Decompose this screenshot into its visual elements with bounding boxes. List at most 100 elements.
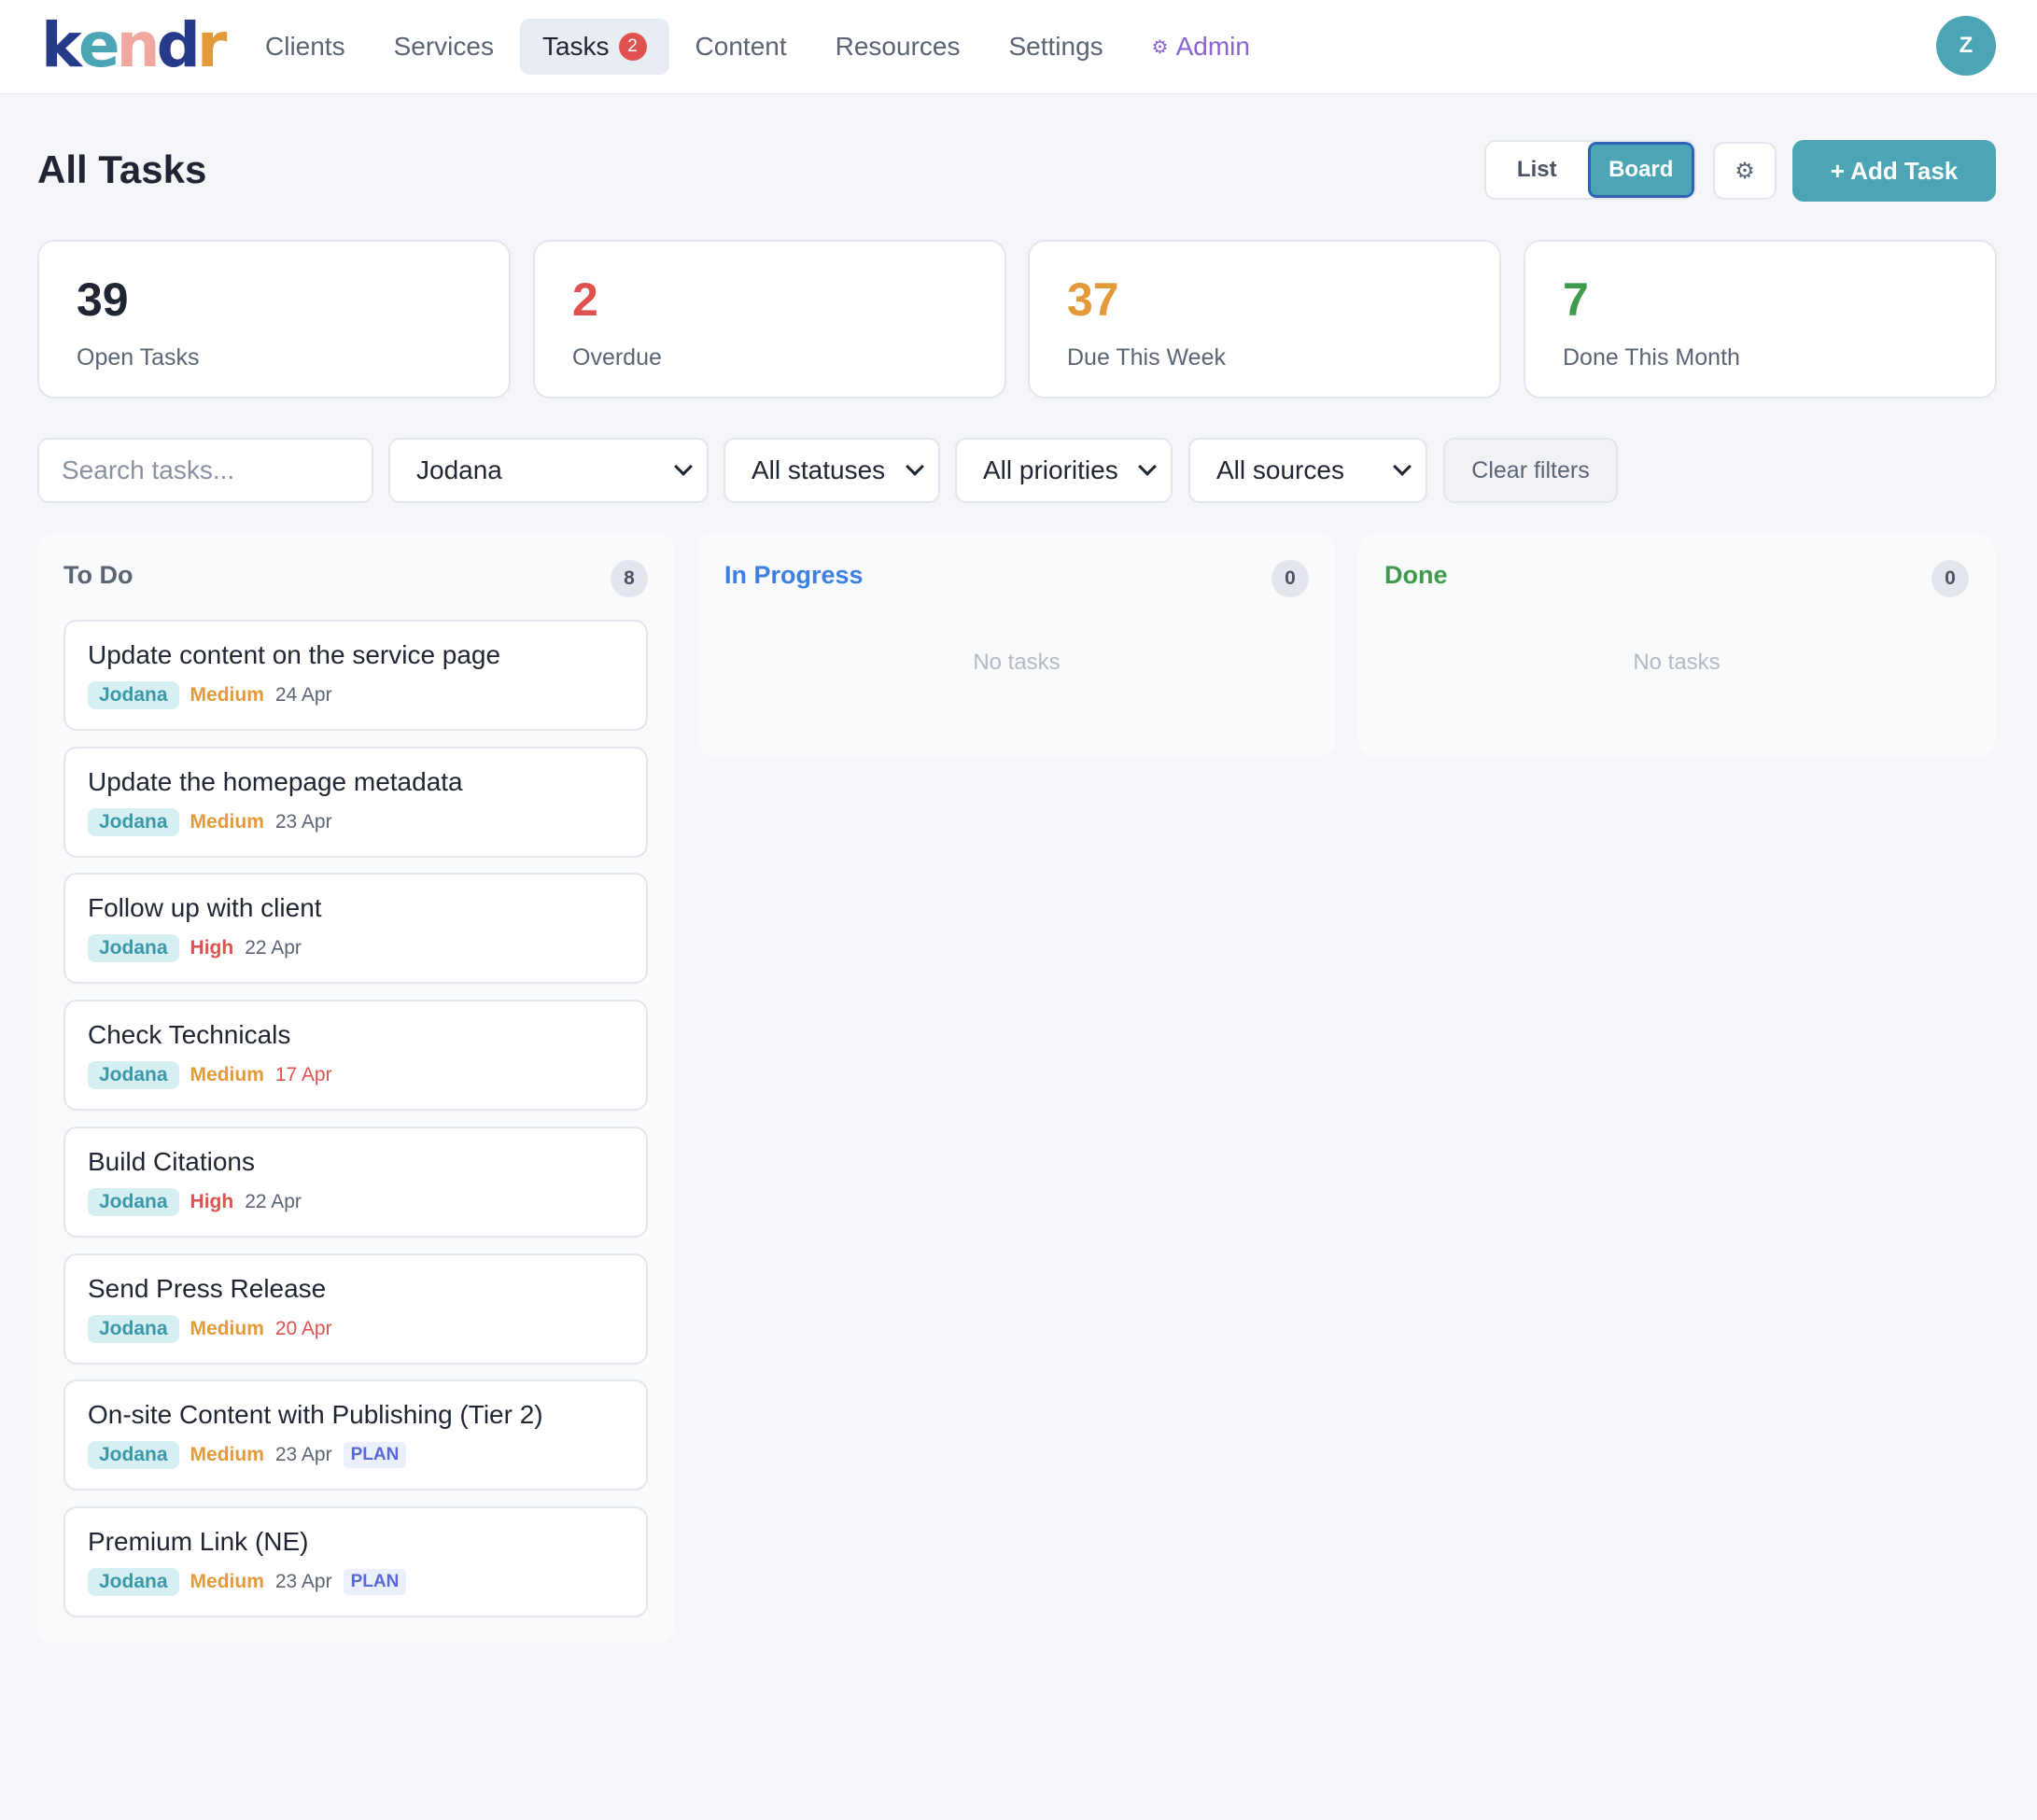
stat-card-done-this-month: 7 Done This Month: [1524, 240, 1997, 399]
stat-value: 7: [1563, 273, 1589, 326]
logo-letter: e: [77, 9, 120, 81]
assignee-tag: Jodana: [88, 1061, 179, 1089]
status-select[interactable]: All statuses: [723, 438, 940, 503]
task-card[interactable]: Follow up with client Jodana High 22 Apr: [63, 873, 648, 984]
stat-card-open-tasks: 39 Open Tasks: [37, 240, 511, 399]
kendr-logo[interactable]: k e n d r: [41, 9, 227, 81]
priority-label: Medium: [190, 1064, 264, 1085]
due-date: 23 Apr: [274, 1571, 332, 1592]
column-title: To Do: [63, 561, 133, 589]
column-count-badge: 8: [611, 560, 648, 597]
nav-item-content[interactable]: Content: [673, 19, 809, 75]
chevron-down-icon: [1138, 457, 1157, 476]
stat-label: Due This Week: [1067, 344, 1226, 371]
task-card[interactable]: On-site Content with Publishing (Tier 2)…: [63, 1379, 648, 1491]
nav-item-label: Settings: [1008, 32, 1103, 61]
column-title: Done: [1384, 561, 1448, 589]
column-done: Done 0 No tasks: [1358, 533, 1995, 757]
assignee-tag: Jodana: [88, 808, 179, 836]
plan-tag: PLAN: [343, 1442, 407, 1468]
board-view-button[interactable]: Board: [1587, 142, 1694, 198]
list-view-button[interactable]: List: [1486, 142, 1588, 198]
task-card[interactable]: Check Technicals Jodana Medium 17 Apr: [63, 1000, 648, 1111]
nav-item-admin[interactable]: ⚙ Admin: [1130, 19, 1272, 75]
top-navigation: k e n d r Clients Services Tasks 2 Conten…: [0, 0, 2037, 94]
status-select-value: All statuses: [752, 455, 886, 484]
nav-item-services[interactable]: Services: [372, 19, 516, 75]
logo-letter: k: [41, 9, 82, 81]
task-meta: Jodana Medium 24 Apr: [88, 679, 332, 711]
source-select[interactable]: All sources: [1188, 438, 1427, 503]
due-date: 23 Apr: [274, 1444, 332, 1465]
search-input[interactable]: Search tasks...: [37, 438, 373, 503]
stat-card-overdue: 2 Overdue: [533, 240, 1006, 399]
task-title: Premium Link (NE): [88, 1527, 309, 1556]
assignee-tag: Jodana: [88, 1315, 179, 1343]
task-card[interactable]: Build Citations Jodana High 22 Apr: [63, 1127, 648, 1238]
assignee-tag: Jodana: [88, 1441, 179, 1469]
stat-card-due-this-week: 37 Due This Week: [1028, 240, 1501, 399]
nav-links: Clients Services Tasks 2 Content Resource…: [243, 19, 1276, 75]
task-title: On-site Content with Publishing (Tier 2): [88, 1400, 543, 1429]
stat-value: 2: [572, 273, 598, 326]
nav-item-label: Resources: [835, 32, 961, 61]
due-date: 22 Apr: [245, 1191, 302, 1212]
priority-select[interactable]: All priorities: [955, 438, 1173, 503]
nav-item-settings[interactable]: Settings: [986, 19, 1125, 75]
plan-tag: PLAN: [343, 1569, 407, 1595]
task-title: Follow up with client: [88, 893, 322, 922]
stat-label: Overdue: [572, 344, 662, 371]
stat-label: Done This Month: [1563, 344, 1740, 371]
due-date: 23 Apr: [274, 811, 332, 833]
nav-item-clients[interactable]: Clients: [243, 19, 368, 75]
board-settings-button[interactable]: ⚙: [1713, 142, 1777, 200]
due-date: 17 Apr: [274, 1064, 332, 1085]
assignee-select-value: Jodana: [416, 455, 502, 484]
priority-label: High: [190, 937, 234, 959]
user-avatar[interactable]: Z: [1936, 16, 1996, 76]
task-title: Build Citations: [88, 1147, 255, 1176]
priority-label: Medium: [190, 1318, 264, 1339]
nav-item-label: Tasks: [541, 32, 610, 61]
task-card[interactable]: Update the homepage metadata Jodana Medi…: [63, 747, 648, 858]
chevron-down-icon: [1393, 457, 1412, 476]
assignee-select[interactable]: Jodana: [388, 438, 709, 503]
task-title: Check Technicals: [88, 1020, 291, 1049]
column-title: In Progress: [724, 561, 864, 589]
assignee-tag: Jodana: [88, 681, 179, 709]
add-task-button[interactable]: + Add Task: [1792, 140, 1996, 202]
nav-item-label: Admin: [1175, 32, 1250, 61]
view-toggle: List Board: [1484, 140, 1696, 200]
empty-column-message: No tasks: [1633, 650, 1721, 675]
column-in-progress: In Progress 0 No tasks: [698, 533, 1335, 757]
clear-filters-button[interactable]: Clear filters: [1443, 438, 1618, 503]
nav-item-label: Clients: [265, 32, 345, 61]
task-meta: Jodana High 22 Apr: [88, 1186, 302, 1218]
due-date: 20 Apr: [274, 1318, 332, 1339]
tasks-count-badge: 2: [618, 33, 647, 61]
chevron-down-icon: [906, 457, 924, 476]
nav-item-label: Services: [393, 32, 494, 61]
logo-letter: n: [116, 9, 161, 81]
nav-item-tasks[interactable]: Tasks 2: [519, 19, 669, 75]
assignee-tag: Jodana: [88, 1568, 179, 1596]
assignee-tag: Jodana: [88, 934, 179, 962]
logo-letter: d: [156, 9, 201, 81]
column-count-badge: 0: [1932, 560, 1969, 597]
stat-value: 37: [1067, 273, 1119, 326]
gear-icon: ⚙: [1151, 36, 1169, 58]
task-meta: Jodana Medium 23 Apr PLAN: [88, 1566, 407, 1598]
priority-label: Medium: [190, 684, 264, 706]
gear-icon: ⚙: [1735, 158, 1755, 184]
priority-label: High: [190, 1191, 234, 1212]
priority-label: Medium: [190, 1444, 264, 1465]
nav-item-resources[interactable]: Resources: [813, 19, 983, 75]
task-meta: Jodana Medium 23 Apr PLAN: [88, 1439, 407, 1471]
due-date: 24 Apr: [274, 684, 332, 706]
task-title: Update the homepage metadata: [88, 767, 463, 796]
task-card[interactable]: Update content on the service page Jodan…: [63, 620, 648, 731]
empty-column-message: No tasks: [973, 650, 1061, 675]
task-card[interactable]: Premium Link (NE) Jodana Medium 23 Apr P…: [63, 1506, 648, 1617]
task-title: Send Press Release: [88, 1274, 327, 1303]
task-card[interactable]: Send Press Release Jodana Medium 20 Apr: [63, 1253, 648, 1365]
